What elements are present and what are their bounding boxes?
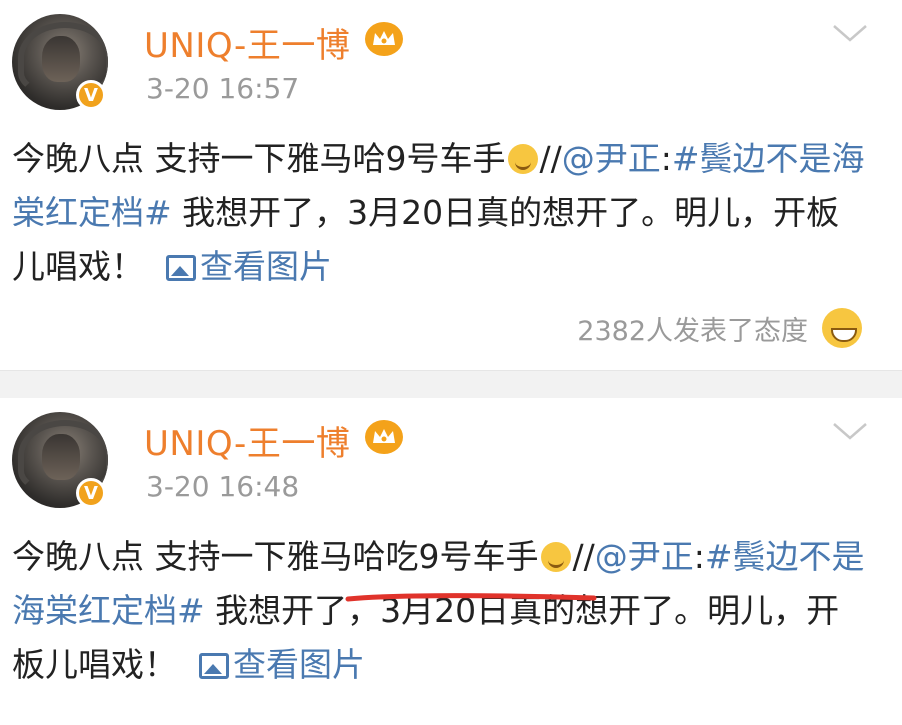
crown-glyph-icon — [373, 429, 395, 443]
post-time: 3-20 16:57 — [146, 72, 300, 105]
avatar-face — [42, 434, 80, 480]
view-images-link[interactable]: 查看图片 — [200, 247, 332, 286]
crown-glyph-icon — [373, 31, 395, 45]
crown-icon[interactable] — [365, 22, 403, 56]
smile-emoji-icon — [507, 144, 538, 174]
repost-separator: // — [539, 139, 562, 178]
post-time: 3-20 16:48 — [146, 470, 300, 503]
username[interactable]: UNIQ-王一博 — [144, 416, 350, 465]
verified-badge-icon: V — [76, 478, 106, 508]
view-images-link[interactable]: 查看图片 — [233, 645, 365, 684]
crown-icon[interactable] — [365, 420, 403, 454]
chevron-down-icon[interactable] — [830, 420, 870, 444]
reactions-count: 2382人发表了态度 — [577, 315, 808, 347]
post-divider — [0, 370, 902, 400]
post-content: 今晚八点 支持一下雅马哈吃9号车手//@尹正:#鬓边不是海棠红定档# 我想开了，… — [12, 530, 872, 692]
image-icon[interactable] — [199, 653, 229, 679]
username[interactable]: UNIQ-王一博 — [144, 18, 350, 67]
smile-emoji-icon — [540, 542, 571, 572]
colon: : — [660, 139, 672, 178]
post-text: 今晚八点 支持一下雅马哈9号车手 — [12, 139, 506, 178]
colon: : — [693, 537, 705, 576]
repost-separator: // — [572, 537, 595, 576]
weibo-post: V UNIQ-王一博 3-20 16:57 今晚八点 支持一下雅马哈9号车手 //… — [0, 0, 902, 370]
red-underline-annotation — [345, 593, 597, 602]
weibo-post: V UNIQ-王一博 3-20 16:48 今晚八点 支持一下雅马哈吃9号车手 /… — [0, 398, 902, 725]
verified-badge-icon: V — [76, 80, 106, 110]
post-text: 今晚八点 支持一下雅马哈吃9号车手 — [12, 537, 539, 576]
mention-link[interactable]: @尹正 — [595, 537, 694, 576]
avatar-face — [42, 36, 80, 82]
post-content: 今晚八点 支持一下雅马哈9号车手//@尹正:#鬓边不是海棠红定档# 我想开了，3… — [12, 132, 872, 294]
chevron-down-icon[interactable] — [830, 22, 870, 46]
laugh-emoji-icon — [822, 308, 862, 348]
mention-link[interactable]: @尹正 — [562, 139, 661, 178]
reactions-summary[interactable]: 2382人发表了态度 — [577, 308, 862, 348]
image-icon[interactable] — [166, 255, 196, 281]
